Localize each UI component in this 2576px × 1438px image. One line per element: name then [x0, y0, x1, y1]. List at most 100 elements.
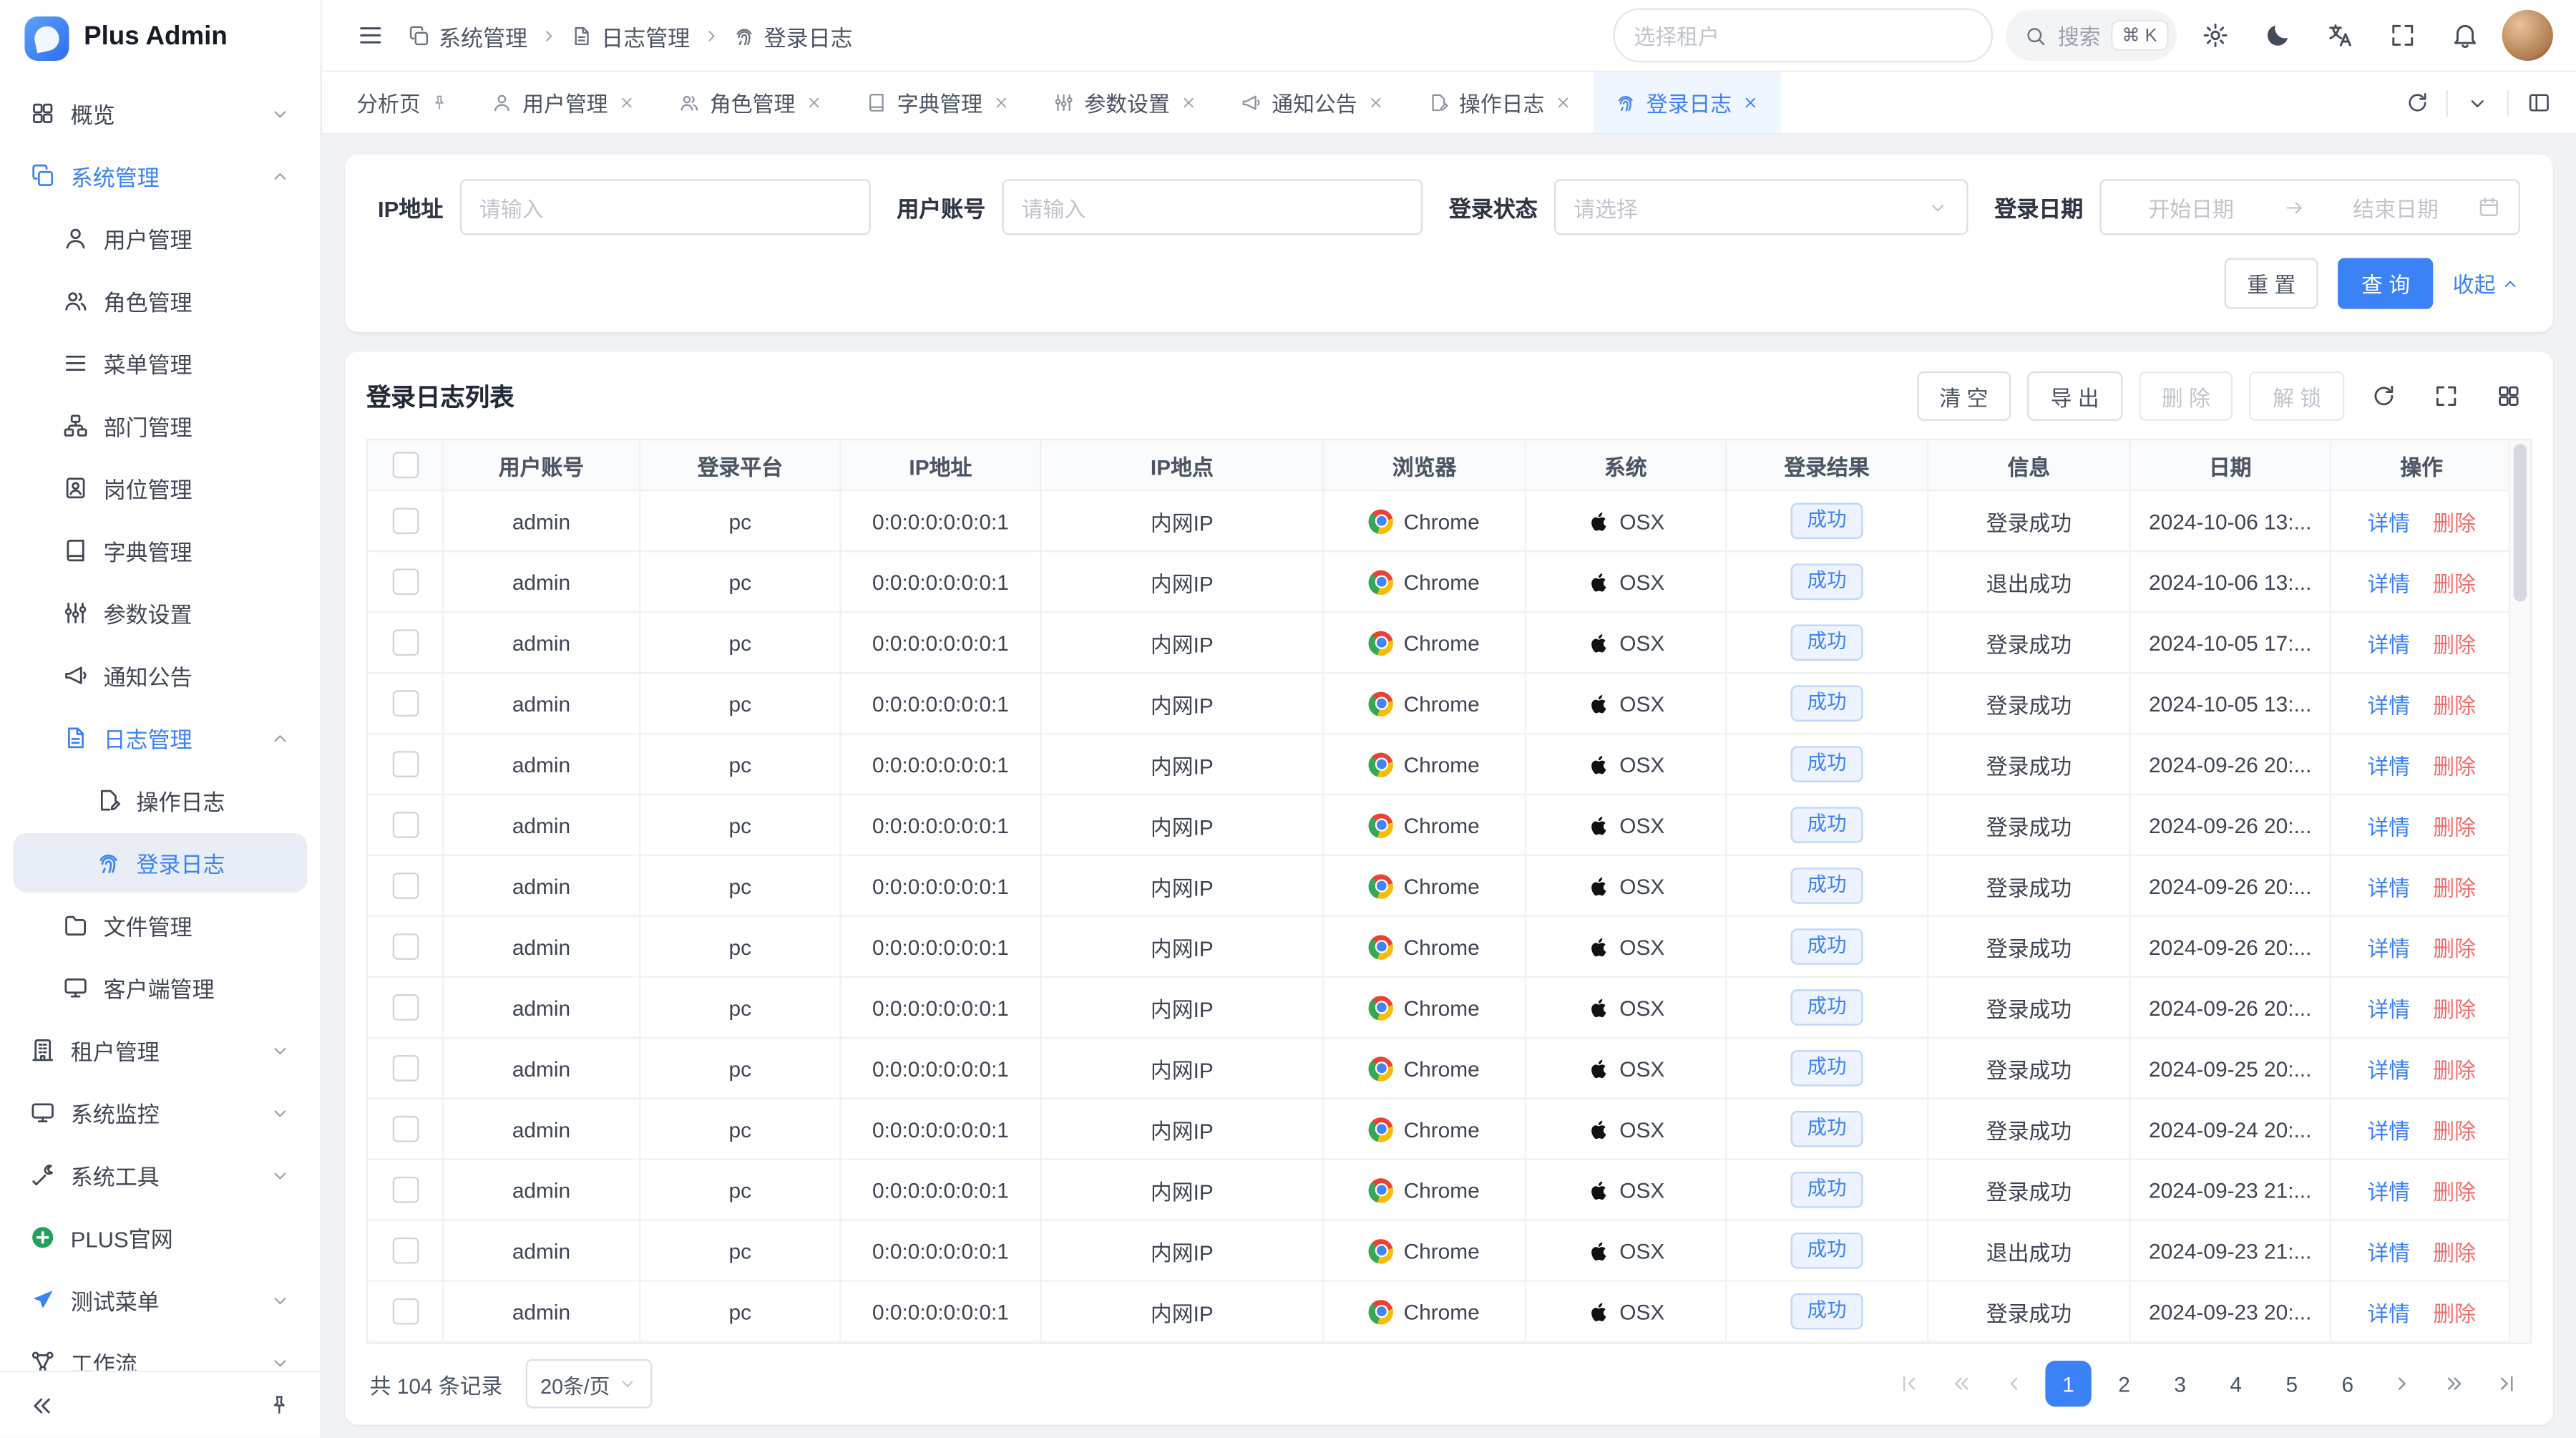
last-page-button[interactable]: [2486, 1361, 2529, 1407]
query-button[interactable]: 查 询: [2338, 258, 2433, 309]
tab[interactable]: 用户管理: [470, 72, 658, 133]
column-header[interactable]: 信息: [1928, 440, 2130, 491]
fullscreen-button[interactable]: [2377, 11, 2426, 60]
breadcrumb-item[interactable]: 系统管理: [407, 19, 527, 52]
delete-link[interactable]: 删除: [2433, 688, 2476, 719]
detail-link[interactable]: 详情: [2367, 566, 2410, 598]
delete-link[interactable]: 删除: [2433, 1053, 2476, 1084]
sidebar-item[interactable]: 菜单管理: [13, 334, 307, 393]
settings-button[interactable]: [2190, 11, 2239, 60]
hamburger-menu-button[interactable]: [345, 11, 394, 60]
tenant-select[interactable]: 选择租户: [1613, 8, 1992, 62]
delete-link[interactable]: 删除: [2433, 931, 2476, 963]
page-button[interactable]: 2: [2101, 1361, 2147, 1407]
select-all-checkbox[interactable]: [392, 452, 419, 478]
delete-button[interactable]: 删 除: [2139, 371, 2233, 421]
detail-link[interactable]: 详情: [2367, 931, 2410, 963]
row-checkbox[interactable]: [392, 1238, 419, 1264]
page-size-select[interactable]: 20条/页: [526, 1359, 653, 1409]
fullscreen-table-button[interactable]: [2423, 373, 2469, 419]
row-checkbox[interactable]: [392, 1177, 419, 1203]
close-icon[interactable]: [992, 94, 1010, 112]
collapse-filter-link[interactable]: 收起: [2453, 268, 2520, 299]
delete-link[interactable]: 删除: [2433, 1113, 2476, 1145]
prev-10-pages-button[interactable]: [1940, 1361, 1983, 1407]
sidebar-item[interactable]: 登录日志: [13, 833, 307, 893]
delete-link[interactable]: 删除: [2433, 566, 2476, 598]
sidebar-item[interactable]: 工作流: [13, 1333, 307, 1371]
account-input[interactable]: 请输入: [1002, 179, 1423, 235]
delete-link[interactable]: 删除: [2433, 627, 2476, 659]
delete-link[interactable]: 删除: [2433, 505, 2476, 537]
sidebar-item[interactable]: 通知公告: [13, 646, 307, 705]
tab[interactable]: 角色管理: [657, 72, 844, 133]
close-icon[interactable]: [618, 94, 635, 112]
reset-button[interactable]: 重 置: [2224, 258, 2318, 309]
prev-page-button[interactable]: [1993, 1361, 2036, 1407]
detail-link[interactable]: 详情: [2367, 1113, 2410, 1145]
tab[interactable]: 登录日志: [1594, 72, 1781, 133]
refresh-page-button[interactable]: [2392, 78, 2441, 127]
column-settings-button[interactable]: [2486, 373, 2532, 419]
close-icon[interactable]: [1742, 94, 1760, 112]
table-scrollbar[interactable]: [2509, 440, 2530, 1342]
sidebar-item[interactable]: 系统工具: [13, 1145, 307, 1205]
detail-link[interactable]: 详情: [2367, 992, 2410, 1024]
row-checkbox[interactable]: [392, 812, 419, 838]
sidebar-item[interactable]: 字典管理: [13, 521, 307, 580]
user-avatar[interactable]: [2502, 10, 2553, 61]
column-header[interactable]: 登录结果: [1727, 440, 1928, 491]
tab-actions-button[interactable]: [2453, 78, 2502, 127]
export-button[interactable]: 导 出: [2027, 371, 2122, 421]
detail-link[interactable]: 详情: [2367, 627, 2410, 659]
clear-button[interactable]: 清 空: [1916, 371, 2011, 421]
sidebar-item[interactable]: 用户管理: [13, 209, 307, 268]
row-checkbox[interactable]: [392, 629, 419, 656]
sidebar-item[interactable]: 测试菜单: [13, 1271, 307, 1330]
page-button[interactable]: 4: [2213, 1361, 2259, 1407]
pin-icon[interactable]: [431, 94, 449, 112]
delete-link[interactable]: 删除: [2433, 1296, 2476, 1327]
date-range-picker[interactable]: 开始日期 结束日期: [2099, 179, 2520, 235]
unlock-button[interactable]: 解 锁: [2250, 371, 2344, 421]
sidebar-item[interactable]: 岗位管理: [13, 459, 307, 518]
column-header[interactable]: 操作: [2331, 440, 2512, 491]
tab[interactable]: 分析页: [335, 72, 469, 133]
column-header[interactable]: 用户账号: [444, 440, 641, 491]
row-checkbox[interactable]: [392, 1298, 419, 1325]
sidebar-item[interactable]: 系统管理: [13, 146, 307, 205]
language-toggle[interactable]: [2315, 11, 2364, 60]
close-icon[interactable]: [1554, 94, 1572, 112]
breadcrumb-item[interactable]: 日志管理: [570, 19, 691, 52]
row-checkbox[interactable]: [392, 933, 419, 960]
row-checkbox[interactable]: [392, 751, 419, 777]
column-header[interactable]: IP地点: [1042, 440, 1324, 491]
page-button[interactable]: 3: [2157, 1361, 2203, 1407]
delete-link[interactable]: 删除: [2433, 870, 2476, 902]
sidebar-item[interactable]: 文件管理: [13, 895, 307, 955]
sidebar-item[interactable]: 客户端管理: [13, 958, 307, 1018]
column-header[interactable]: 登录平台: [640, 440, 841, 491]
detail-link[interactable]: 详情: [2367, 1235, 2410, 1266]
detail-link[interactable]: 详情: [2367, 749, 2410, 780]
tab[interactable]: 字典管理: [844, 72, 1032, 133]
tab[interactable]: 通知公告: [1219, 72, 1407, 133]
row-checkbox[interactable]: [392, 568, 419, 595]
column-header[interactable]: 日期: [2131, 440, 2331, 491]
page-button[interactable]: 6: [2325, 1361, 2371, 1407]
delete-link[interactable]: 删除: [2433, 992, 2476, 1024]
row-checkbox[interactable]: [392, 690, 419, 716]
sidebar-item[interactable]: 操作日志: [13, 771, 307, 830]
detail-link[interactable]: 详情: [2367, 1053, 2410, 1084]
detail-link[interactable]: 详情: [2367, 688, 2410, 719]
tab[interactable]: 操作日志: [1407, 72, 1594, 133]
layout-toggle-button[interactable]: [2514, 78, 2563, 127]
sidebar-item[interactable]: 日志管理: [13, 709, 307, 768]
row-checkbox[interactable]: [392, 994, 419, 1021]
sidebar-item[interactable]: 租户管理: [13, 1021, 307, 1080]
pin-sidebar-button[interactable]: [255, 1381, 304, 1430]
row-checkbox[interactable]: [392, 1055, 419, 1082]
page-button[interactable]: 5: [2269, 1361, 2315, 1407]
sidebar-item[interactable]: 概览: [13, 84, 307, 143]
scrollbar-thumb[interactable]: [2514, 444, 2527, 601]
